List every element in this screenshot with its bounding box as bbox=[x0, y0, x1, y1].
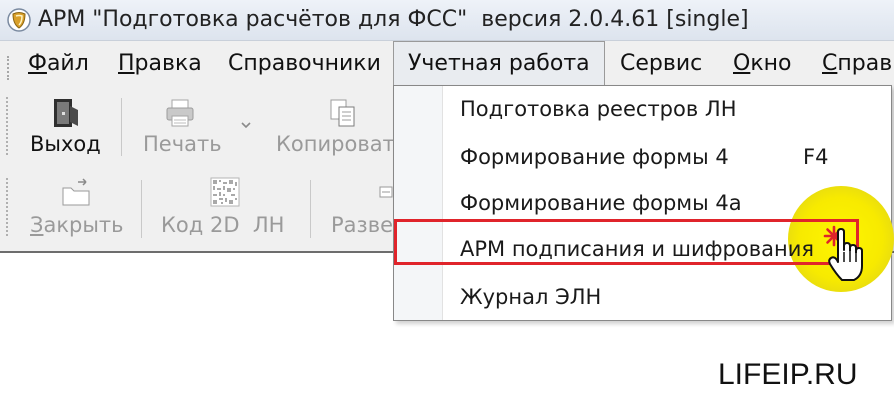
menu-item-prepare-registers[interactable]: Подготовка реестров ЛН bbox=[460, 92, 737, 126]
menu-service[interactable]: Сервис bbox=[620, 41, 702, 87]
folder-close-icon bbox=[62, 178, 90, 206]
chevron-down-icon[interactable] bbox=[240, 121, 252, 129]
print-button[interactable]: Печать bbox=[143, 132, 222, 156]
title-bar: АРМ "Подготовка расчётов для ФСС" версия… bbox=[0, 0, 894, 41]
menu-edit[interactable]: Правка bbox=[118, 41, 202, 87]
copy-button[interactable]: Копироват bbox=[276, 132, 395, 156]
menu-references[interactable]: Справочники bbox=[228, 41, 381, 87]
door-exit-icon bbox=[54, 99, 78, 127]
menu-accounting-work[interactable]: Учетная работа bbox=[393, 41, 605, 86]
menu-item-form-4a[interactable]: Формирование формы 4а bbox=[460, 186, 742, 220]
dropdown-icon-gutter bbox=[394, 86, 443, 320]
toolbar-separator-2 bbox=[141, 180, 142, 238]
menu-file[interactable]: Файл bbox=[28, 41, 89, 87]
toolbar-grip[interactable] bbox=[6, 97, 12, 155]
exit-button[interactable]: Выход bbox=[30, 132, 101, 156]
qr-2d-button[interactable]: Код 2D ЛН bbox=[161, 213, 284, 237]
printer-icon bbox=[166, 99, 194, 127]
menu-window[interactable]: Окно bbox=[733, 41, 791, 87]
app-shield-icon bbox=[7, 8, 31, 32]
menu-help[interactable]: Справк bbox=[822, 41, 894, 87]
menubar-grip[interactable] bbox=[7, 56, 13, 80]
highlight-box bbox=[394, 219, 859, 265]
window-title: АРМ "Подготовка расчётов для ФСС" версия… bbox=[38, 7, 749, 32]
menu-item-eln-journal[interactable]: Журнал ЭЛН bbox=[460, 280, 601, 314]
toolbar-separator bbox=[121, 98, 122, 156]
menu-item-form-4[interactable]: Формирование формы 4 bbox=[460, 140, 729, 174]
hand-pointer-icon bbox=[828, 228, 863, 281]
copy-icon bbox=[330, 99, 355, 127]
toolbar-separator-3 bbox=[310, 180, 311, 238]
shortcut-f4: F4 bbox=[803, 145, 829, 169]
expand-icon bbox=[379, 186, 393, 198]
qr-code-icon bbox=[210, 177, 240, 207]
expand-button[interactable]: Разве bbox=[331, 213, 393, 237]
watermark: LIFEIP.RU bbox=[718, 358, 858, 391]
toolbar-grip-2[interactable] bbox=[6, 178, 12, 236]
close-button[interactable]: Закрыть bbox=[30, 213, 124, 237]
